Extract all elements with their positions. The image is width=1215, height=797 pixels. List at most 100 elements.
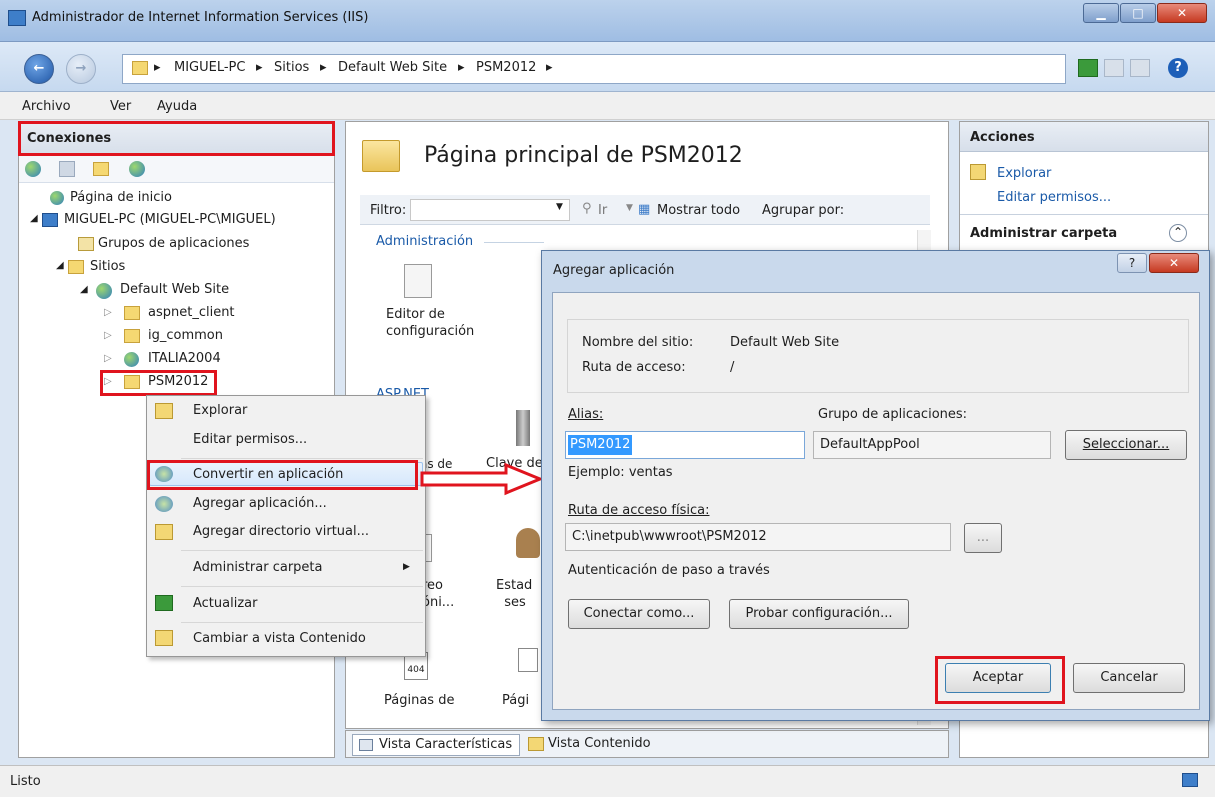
- save-icon[interactable]: [59, 161, 75, 177]
- feature-smtp[interactable]: reo óni...: [422, 577, 454, 611]
- ok-button-highlight: [935, 656, 1065, 704]
- back-arrow-icon[interactable]: ←: [24, 54, 54, 84]
- select-button[interactable]: Seleccionar...: [1065, 430, 1187, 460]
- collapsed-arrow-icon[interactable]: ▷: [104, 307, 112, 318]
- stop-icon[interactable]: [1104, 59, 1124, 77]
- machine-key-icon[interactable]: [516, 410, 530, 446]
- collapse-icon[interactable]: ⌃: [1169, 224, 1187, 242]
- title-bar: Administrador de Internet Information Se…: [0, 0, 1215, 42]
- website-globe-icon: [96, 283, 112, 299]
- close-button[interactable]: ✕: [1157, 3, 1207, 23]
- filter-toolbar: Filtro: ▼ ⚲ Ir ▼ ▦ Mostrar todo Agrupar …: [360, 195, 930, 225]
- folder-icon: [132, 61, 148, 75]
- filter-input[interactable]: [410, 199, 570, 221]
- submenu-arrow-icon: ▶: [403, 562, 410, 572]
- feature-config-editor[interactable]: Editor de configuración: [386, 306, 476, 340]
- context-cambiar-vista-contenido[interactable]: Cambiar a vista Contenido: [193, 631, 366, 646]
- maximize-button[interactable]: □: [1120, 3, 1156, 23]
- physical-path-input[interactable]: C:\inetpub\wwwroot\PSM2012: [565, 523, 951, 551]
- address-bar[interactable]: [122, 54, 1066, 84]
- tab-features-view[interactable]: Vista Características: [352, 734, 520, 756]
- context-actualizar[interactable]: Actualizar: [193, 596, 257, 611]
- expand-arrow-icon[interactable]: ◢: [80, 284, 88, 295]
- explore-icon: [970, 164, 986, 180]
- pages-icon[interactable]: [518, 648, 538, 672]
- group-by-label[interactable]: Agrupar por:: [762, 203, 844, 218]
- view-tabs: Vista Características Vista Contenido: [345, 730, 949, 758]
- breadcrumb-psm2012[interactable]: PSM2012: [476, 60, 536, 75]
- cancel-button[interactable]: Cancelar: [1073, 663, 1185, 693]
- collapsed-arrow-icon[interactable]: ▷: [104, 353, 112, 364]
- go-dropdown-icon[interactable]: ▼: [626, 203, 633, 213]
- tree-italia2004[interactable]: ITALIA2004: [148, 351, 221, 366]
- tree-app-pools[interactable]: Grupos de aplicaciones: [98, 236, 249, 251]
- iis-app-icon: [8, 10, 26, 26]
- menu-ayuda[interactable]: Ayuda: [157, 99, 197, 114]
- actions-header: Acciones: [960, 122, 1208, 152]
- action-edit-permissions[interactable]: Editar permisos...: [997, 190, 1111, 205]
- breadcrumb-sites[interactable]: Sitios: [274, 60, 309, 75]
- tree-default-web-site[interactable]: Default Web Site: [120, 282, 229, 297]
- minimize-button[interactable]: ▁: [1083, 3, 1119, 23]
- test-config-button[interactable]: Probar configuración...: [729, 599, 909, 629]
- test-config-label: Probar configuración...: [745, 606, 893, 621]
- filter-dropdown-icon[interactable]: ▼: [556, 202, 563, 212]
- connections-toolbar: [19, 155, 334, 183]
- tree-home-page[interactable]: Página de inicio: [70, 190, 172, 205]
- expand-arrow-icon[interactable]: ◢: [30, 213, 38, 224]
- action-manage-folder: Administrar carpeta: [970, 226, 1118, 241]
- tree-aspnet-client[interactable]: aspnet_client: [148, 305, 235, 320]
- go-button[interactable]: Ir: [598, 203, 607, 218]
- tab-features-label: Vista Características: [379, 737, 513, 752]
- up-folder-icon[interactable]: [93, 162, 109, 176]
- tree-server[interactable]: MIGUEL-PC (MIGUEL-PC\MIGUEL): [64, 212, 276, 227]
- home-icon[interactable]: [1130, 59, 1150, 77]
- config-editor-icon[interactable]: [404, 264, 432, 298]
- center-title: Página principal de PSM2012: [424, 143, 743, 168]
- tab-content-view[interactable]: Vista Contenido: [548, 736, 651, 751]
- collapsed-arrow-icon[interactable]: ▷: [104, 330, 112, 341]
- app-pool-label: Grupo de aplicaciones:: [818, 407, 968, 422]
- refresh-icon[interactable]: [1078, 59, 1098, 77]
- show-all-button[interactable]: Mostrar todo: [657, 203, 740, 218]
- connect-icon[interactable]: [25, 161, 41, 177]
- menu-ver[interactable]: Ver: [110, 99, 131, 114]
- expand-arrow-icon[interactable]: ◢: [56, 260, 64, 271]
- breadcrumb-separator: ▸: [320, 60, 327, 75]
- status-text: Listo: [10, 774, 41, 789]
- app-pool-value: DefaultAppPool: [820, 437, 920, 452]
- dialog-close-button[interactable]: ✕: [1149, 253, 1199, 273]
- path-value: /: [730, 360, 735, 375]
- help-icon[interactable]: ?: [1168, 58, 1188, 78]
- dialog-help-button[interactable]: ?: [1117, 253, 1147, 273]
- alias-label: Alias:: [568, 407, 604, 422]
- connect-as-button[interactable]: Conectar como...: [568, 599, 710, 629]
- alias-input[interactable]: PSM2012: [565, 431, 805, 459]
- add-virtual-dir-icon: [155, 524, 173, 540]
- auth-label: Autenticación de paso a través: [568, 563, 770, 578]
- context-agregar-directorio-virtual[interactable]: Agregar directorio virtual...: [193, 524, 369, 539]
- section-administration[interactable]: Administración: [376, 234, 473, 249]
- action-explore[interactable]: Explorar: [997, 166, 1051, 181]
- breadcrumb-separator: ▸: [546, 60, 553, 75]
- example-text: Ejemplo: ventas: [568, 465, 673, 480]
- feature-session-state[interactable]: Estad ses: [496, 577, 532, 611]
- breadcrumb-server[interactable]: MIGUEL-PC: [174, 60, 245, 75]
- tree-ig-common[interactable]: ig_common: [148, 328, 223, 343]
- browse-button[interactable]: ...: [964, 523, 1002, 553]
- tree-sites[interactable]: Sitios: [90, 259, 125, 274]
- feature-error-pages[interactable]: Páginas de: [384, 693, 454, 708]
- breadcrumb-default-web-site[interactable]: Default Web Site: [338, 60, 447, 75]
- session-state-icon[interactable]: [516, 528, 540, 558]
- disconnect-icon[interactable]: [129, 161, 145, 177]
- red-arrow-icon: [420, 462, 544, 496]
- breadcrumb-separator: ▸: [154, 60, 161, 75]
- feature-pages[interactable]: Pági: [502, 693, 529, 708]
- binoculars-icon[interactable]: ⚲: [582, 201, 592, 216]
- context-agregar-aplicacion[interactable]: Agregar aplicación...: [193, 496, 327, 511]
- context-explorar[interactable]: Explorar: [193, 403, 247, 418]
- context-administrar-carpeta[interactable]: Administrar carpeta: [193, 560, 322, 575]
- forward-arrow-icon[interactable]: →: [66, 54, 96, 84]
- menu-archivo[interactable]: Archivo: [22, 99, 71, 114]
- context-editar-permisos[interactable]: Editar permisos...: [193, 432, 307, 447]
